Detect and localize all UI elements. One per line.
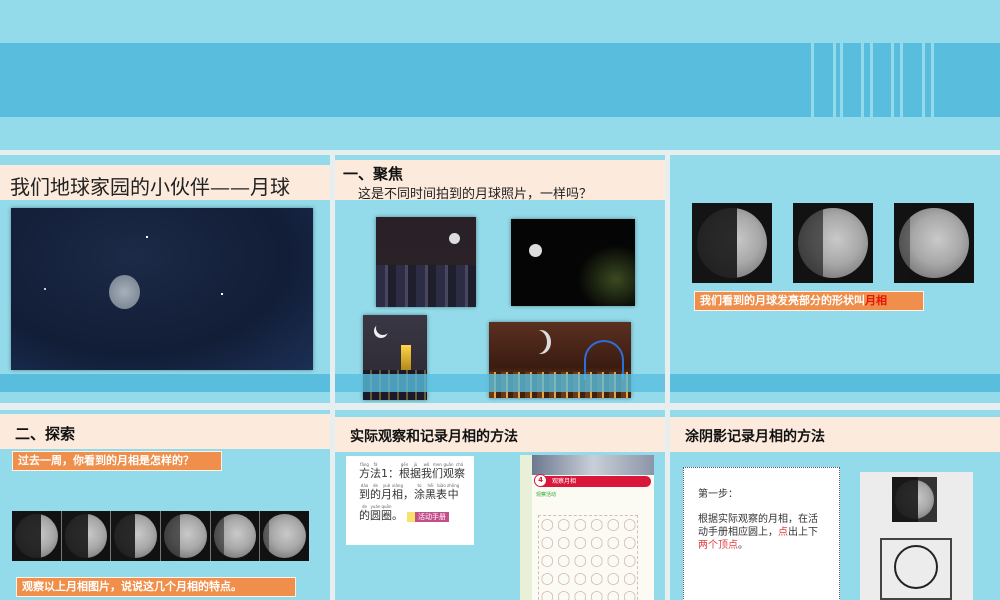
slide-6-thumbnail[interactable]: 涂阴影记录月相的方法 第一步： 根据实际观察的月相，在活动手册相应圆上，点出上下… [670,410,1000,600]
shading-example-photo [860,472,973,600]
slide-5-thumbnail[interactable]: 实际观察和记录月相的方法 方fāng法fǎ1：根gēn据jù我wǒ们men观gu… [335,410,665,600]
title-band: 涂阴影记录月相的方法 [670,417,1000,452]
moon-phase-definition: 我们看到的月球发亮部分的形状叫月相 [694,291,924,311]
crescent-moon-icon [376,321,390,335]
moon-phase-image [692,203,772,283]
question-text: 这是不同时间拍到的月球照片，一样吗？ [358,187,593,202]
prompt-label: 过去一周，你看到的月相是怎样的？ [12,451,222,471]
activity-handbook-tag: 活动手册 [407,512,449,522]
workbook-number: 4 [534,474,547,487]
instruction-text: 根据实际观察的月相，在活动手册相应圆上，点出上下两个顶点。 [698,514,818,551]
slide-3-thumbnail[interactable]: 我们看到的月球发亮部分的形状叫月相 [670,155,1000,403]
slide-title: 我们地球家园的小伙伴——月球 [10,175,290,199]
method-line: 方fāng法fǎ1：根gēn据jù我wǒ们men观guān察chá [359,462,465,480]
slide-2-thumbnail[interactable]: 一、聚焦 这是不同时间拍到的月球照片，一样吗？ [335,155,665,403]
crescent-moon-icon [527,330,547,354]
footer-band [335,374,665,392]
section-heading: 实际观察和记录月相的方法 [350,429,518,445]
title-band: 我们地球家园的小伙伴——月球 [0,165,330,200]
workbook-image: 观察月相 4 观察活动 [520,455,654,600]
footer-band [670,374,1000,392]
task-label: 观察以上月相图片，说说这几个月相的特点。 [16,577,296,597]
city-moon-photo [376,217,476,307]
header-banner [0,0,1000,150]
method-line: 到dào的de月yuè相xiàng，涂tú黑hēi表biǎo中zhōng [359,483,460,501]
method-line: 的de圆yuán圈quān。 活动手册 [359,504,474,527]
header-band [0,43,1000,117]
section-heading: 一、聚焦 [343,165,404,183]
title-band: 二、探索 [0,414,330,449]
circle-grid [538,515,638,600]
footer-band [0,374,330,392]
workbook-title: 观察月相 [536,476,651,487]
instruction-card: 第一步： 根据实际观察的月相，在活动手册相应圆上，点出上下两个顶点。 [683,467,840,600]
slide-4-thumbnail[interactable]: 二、探索 过去一周，你看到的月相是怎样的？ 观察以上月相图片，说说这几个月相的特… [0,410,330,600]
full-moon-tree-photo [511,219,635,306]
title-band: 实际观察和记录月相的方法 [335,417,665,452]
section-heading: 二、探索 [15,425,76,443]
night-sky-photo [11,208,313,370]
moon-phase-image [894,203,974,283]
method-card: 方fāng法fǎ1：根gēn据jù我wǒ们men观guān察chá 到dào的de… [346,456,474,545]
step-label: 第一步： [698,489,738,500]
moon-icon [109,275,140,309]
section-heading: 涂阴影记录月相的方法 [685,429,825,445]
header-stripes [805,43,1000,117]
moon-phase-strip [12,511,310,561]
slide-1-thumbnail[interactable]: 我们地球家园的小伙伴——月球 [0,155,330,403]
title-band: 一、聚焦 这是不同时间拍到的月球照片，一样吗？ [335,160,665,202]
workbook-subtitle: 观察活动 [536,492,557,498]
moon-phase-image [793,203,873,283]
